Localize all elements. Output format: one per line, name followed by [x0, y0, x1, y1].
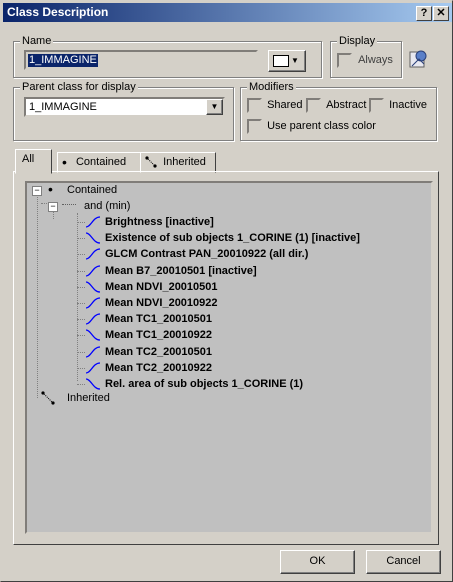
tree-feature-label: Rel. area of sub objects 1_CORINE (1): [105, 378, 304, 390]
tab-inherited[interactable]: Inherited: [140, 152, 216, 173]
abstract-checkbox[interactable]: Abstract: [306, 98, 366, 113]
shared-checkbox[interactable]: Shared: [247, 98, 303, 113]
tree-feature-label: Mean TC1_20010501: [105, 313, 213, 326]
inherit-icon: [145, 156, 157, 168]
inactive-label: Inactive: [389, 99, 427, 112]
display-group-label: Display: [337, 35, 378, 48]
tree-and-label: and (min): [84, 200, 131, 212]
inactive-checkbox-box[interactable]: [369, 98, 384, 113]
dot-icon: •: [48, 181, 53, 197]
collapse-icon[interactable]: −: [32, 186, 42, 196]
membership-curve-icon: [85, 313, 101, 325]
tree-connector: [37, 193, 38, 398]
name-group: Name 1_IMMAGINE ▼: [13, 35, 322, 78]
name-value: 1_IMMAGINE: [28, 54, 98, 67]
membership-curve-icon: [85, 264, 101, 277]
membership-curve-icon: [85, 281, 101, 293]
parent-class-label: Parent class for display: [20, 81, 138, 94]
tree-connector: [77, 238, 85, 240]
membership-curve-icon: [85, 345, 101, 358]
tab-contained[interactable]: • Contained: [57, 152, 141, 173]
tree-feature-label: Mean TC1_20010922: [105, 329, 213, 342]
ok-button[interactable]: OK: [280, 550, 355, 574]
parent-class-group: Parent class for display 1_IMMAGINE ▼: [13, 81, 234, 141]
chevron-down-icon[interactable]: ▼: [206, 99, 223, 115]
color-picker-button[interactable]: ▼: [268, 50, 306, 72]
tab-all[interactable]: All: [15, 149, 52, 174]
tree-feature-label: Mean TC2_20010922: [105, 361, 213, 374]
tree-feature-label: Brightness [inactive]: [105, 216, 214, 228]
shared-label: Shared: [267, 99, 303, 112]
tree-contained-label: Contained: [67, 184, 118, 196]
modifiers-label: Modifiers: [247, 81, 296, 94]
modifiers-group: Modifiers Shared Abstract Inactive Use p…: [240, 81, 437, 141]
membership-curve-icon: [85, 362, 101, 374]
tree-feature-label: Mean B7_20010501 [inactive]: [105, 264, 257, 277]
parent-class-value: 1_IMMAGINE: [29, 101, 97, 113]
name-group-label: Name: [20, 35, 54, 48]
tab-contained-label: Contained: [75, 156, 127, 168]
tree-connector: [77, 335, 85, 337]
membership-curve-icon: [85, 378, 101, 390]
tree-connector: [77, 222, 85, 223]
tree-feature-label: Existence of sub objects 1_CORINE (1) [i…: [105, 232, 360, 245]
tree-connector: [77, 367, 85, 369]
class-icon[interactable]: [409, 49, 429, 69]
tree-feature-label: GLCM Contrast PAN_20010922 (all dir.): [105, 248, 309, 261]
tree-connector: [77, 303, 85, 304]
and-icon: [62, 204, 76, 205]
close-button[interactable]: ✕: [433, 6, 449, 21]
help-button[interactable]: ?: [416, 6, 432, 21]
color-swatch: [273, 55, 289, 67]
tree-feature-label: Mean NDVI_20010922: [105, 297, 218, 309]
use-parent-color-checkbox-box[interactable]: [247, 119, 262, 134]
tab-all-label: All: [22, 153, 35, 165]
always-checkbox[interactable]: Always: [337, 53, 393, 68]
membership-curve-icon: [85, 248, 101, 261]
use-parent-color-label: Use parent class color: [267, 120, 376, 133]
display-group: Display Always: [330, 35, 402, 78]
tab-inherited-label: Inherited: [163, 156, 206, 168]
parent-class-select[interactable]: 1_IMMAGINE ▼: [24, 97, 225, 117]
membership-curve-icon: [85, 329, 101, 342]
tree-connector: [77, 286, 85, 288]
inactive-checkbox[interactable]: Inactive: [369, 98, 427, 113]
title-bar: Class Description ? ✕: [3, 3, 452, 22]
chevron-down-icon: ▼: [291, 56, 299, 65]
inherit-icon: [41, 391, 55, 405]
collapse-icon[interactable]: −: [48, 202, 58, 212]
abstract-checkbox-box[interactable]: [306, 98, 321, 113]
cancel-button[interactable]: Cancel: [366, 550, 441, 574]
tree-feature-label: Mean NDVI_20010501: [105, 280, 218, 293]
class-tree[interactable]: − • Contained − and (min) Brightness [in…: [25, 181, 433, 534]
tree-connector: [77, 270, 85, 272]
shared-checkbox-box[interactable]: [247, 98, 262, 113]
window-title: Class Description: [7, 5, 109, 19]
use-parent-color-checkbox[interactable]: Use parent class color: [247, 119, 376, 134]
class-description-window: Class Description ? ✕ Name 1_IMMAGINE ▼ …: [0, 0, 453, 582]
tree-inherited-label: Inherited: [67, 392, 110, 404]
tree-feature-label: Mean TC2_20010501: [105, 345, 213, 358]
abstract-label: Abstract: [326, 99, 367, 112]
name-input[interactable]: 1_IMMAGINE: [24, 50, 258, 70]
always-label: Always: [358, 54, 393, 67]
always-checkbox-box[interactable]: [337, 53, 352, 68]
membership-curve-icon: [85, 232, 101, 244]
tree-connector: [77, 384, 85, 385]
membership-curve-icon: [85, 216, 101, 228]
tree-connector: [77, 319, 85, 321]
tree-connector: [77, 254, 85, 256]
tree-connector: [77, 351, 85, 353]
membership-curve-icon: [85, 297, 101, 309]
dot-icon: •: [62, 154, 67, 171]
